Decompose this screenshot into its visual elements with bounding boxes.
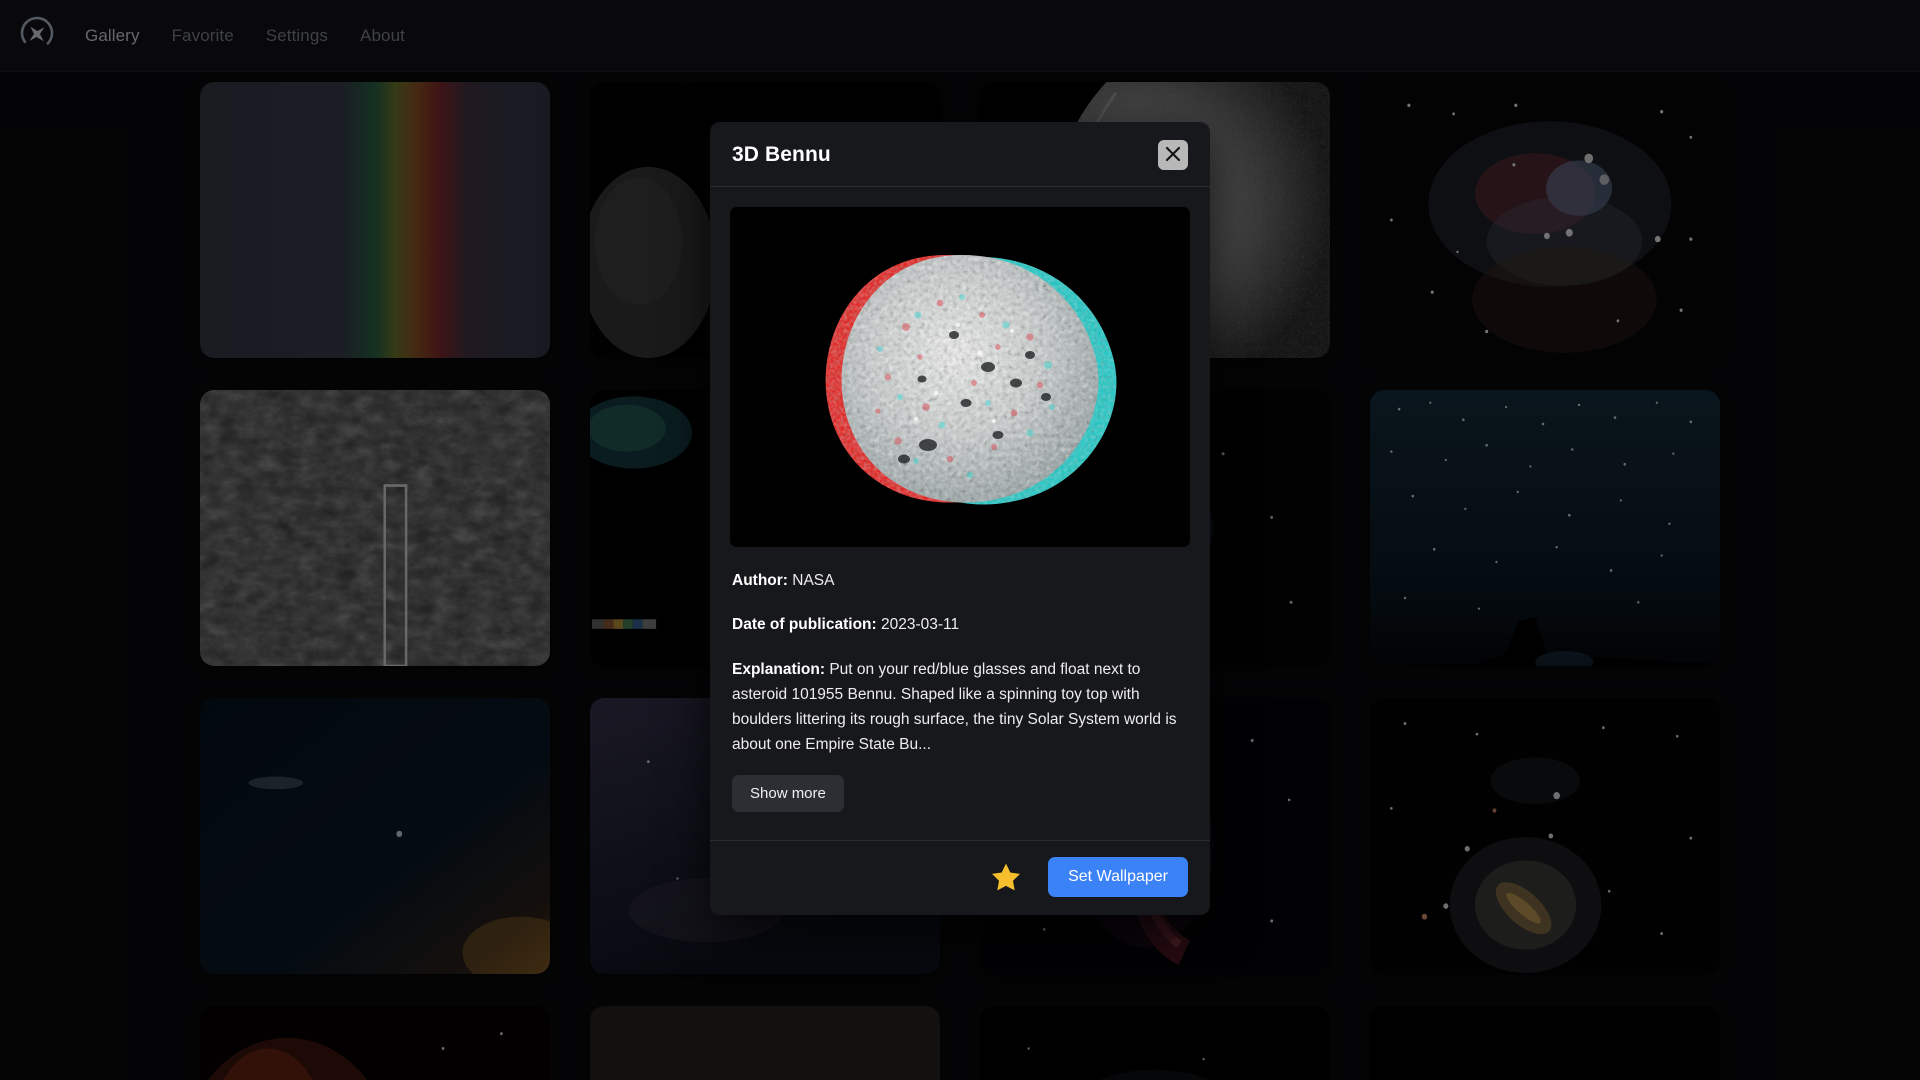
modal-title: 3D Bennu xyxy=(732,143,831,166)
star-icon xyxy=(990,864,1022,896)
author-row: Author: NASA xyxy=(732,569,1188,593)
date-row: Date of publication: 2023-03-11 xyxy=(732,613,1188,637)
image-metadata: Author: NASA Date of publication: 2023-0… xyxy=(730,569,1190,832)
modal-body: Author: NASA Date of publication: 2023-0… xyxy=(710,187,1210,840)
set-wallpaper-button[interactable]: Set Wallpaper xyxy=(1048,857,1188,898)
date-label: Date of publication: xyxy=(732,616,877,634)
favorite-button[interactable] xyxy=(990,861,1022,893)
explanation-label: Explanation: xyxy=(732,661,826,679)
close-icon xyxy=(1164,145,1182,166)
date-value: 2023-03-11 xyxy=(880,616,960,634)
modal-header: 3D Bennu xyxy=(710,122,1210,187)
explanation-row: Explanation: Put on your red/blue glasse… xyxy=(732,657,1188,757)
preview-image xyxy=(730,207,1190,547)
modal-footer: Set Wallpaper xyxy=(710,840,1210,915)
show-more-button[interactable]: Show more xyxy=(732,775,844,813)
author-label: Author: xyxy=(732,572,788,589)
author-value: NASA xyxy=(792,572,835,589)
close-button[interactable] xyxy=(1158,140,1188,170)
image-detail-modal: 3D Bennu Author: NASA Date of publicatio… xyxy=(710,122,1210,916)
